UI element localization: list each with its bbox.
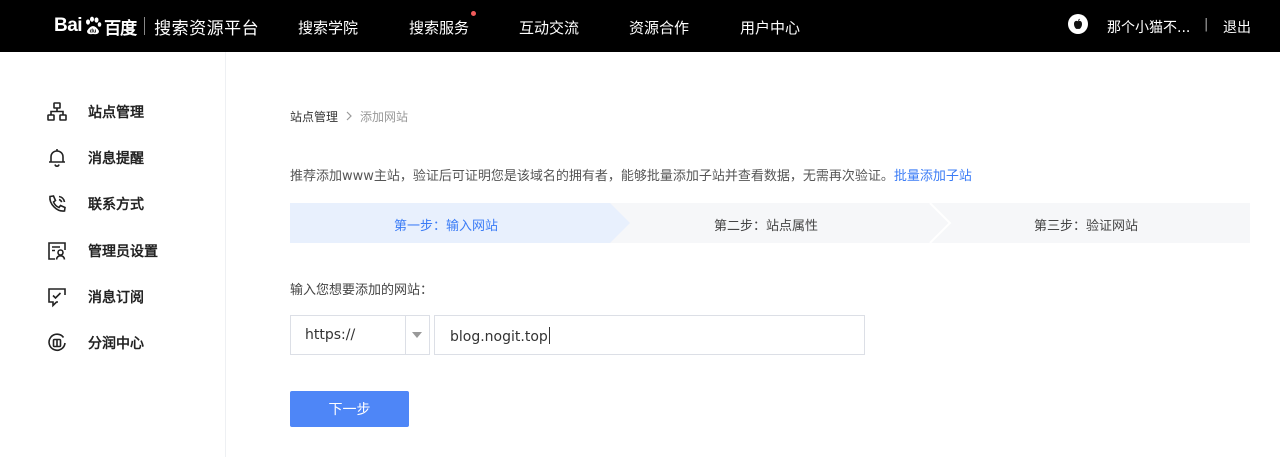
- site-input-label: 输入您想要添加的网站：: [290, 283, 434, 298]
- batch-add-subsites-link[interactable]: 批量添加子站: [894, 169, 972, 184]
- protocol-value: https://: [305, 327, 356, 343]
- paw-icon: du: [86, 16, 102, 35]
- select-divider: [405, 316, 406, 354]
- nav-search-service[interactable]: 搜索服务: [409, 11, 477, 38]
- protocol-select[interactable]: https://: [290, 315, 430, 355]
- chevron-right-icon: [346, 111, 352, 120]
- step-progress: 第一步：输入网站 第二步：站点属性 第三步：验证网站: [290, 203, 1250, 243]
- user-divider: |: [1204, 17, 1209, 32]
- admin-icon: [46, 240, 68, 262]
- sidebar-item-admin-settings[interactable]: 管理员设置: [46, 239, 158, 263]
- message-check-icon: [46, 286, 68, 308]
- phone-icon: [46, 193, 68, 215]
- nav-resource-cooperation[interactable]: 资源合作: [629, 17, 689, 38]
- sidebar-item-contact[interactable]: 联系方式: [46, 192, 144, 216]
- top-bar: Bai du 百度 搜索资源平台 搜索学院 搜索服务 互动交流 资源合作 用户中…: [0, 0, 1280, 52]
- product-title: 搜索资源平台: [154, 18, 260, 39]
- site-url-value: blog.nogit.top: [450, 327, 550, 345]
- bell-icon: [46, 147, 68, 169]
- sidebar-item-message-subscription[interactable]: 消息订阅: [46, 285, 144, 309]
- notification-dot: [471, 11, 477, 16]
- sidebar-item-notifications[interactable]: 消息提醒: [46, 146, 144, 170]
- site-url-input[interactable]: blog.nogit.top: [434, 315, 865, 355]
- text-cursor: [548, 327, 550, 344]
- step-1-label: 第一步：输入网站: [394, 219, 499, 234]
- revenue-icon: [46, 332, 68, 354]
- tip-message: 推荐添加www主站，验证后可证明您是该域名的拥有者，能够批量添加子站并查看数据，…: [290, 169, 894, 184]
- breadcrumb-current: 添加网站: [360, 110, 409, 124]
- nav-search-academy[interactable]: 搜索学院: [298, 17, 358, 38]
- avatar[interactable]: [1068, 14, 1088, 34]
- breadcrumb-separator: [345, 110, 353, 124]
- sidebar-item-label: 消息提醒: [88, 151, 144, 167]
- step-2-label: 第二步：站点属性: [714, 219, 819, 234]
- nav-user-center[interactable]: 用户中心: [740, 17, 800, 38]
- sidebar-item-label: 站点管理: [88, 105, 144, 121]
- breadcrumb: 站点管理 添加网站: [290, 108, 408, 125]
- svg-text:du: du: [90, 29, 97, 35]
- nav-search-service-label: 搜索服务: [409, 19, 470, 37]
- username[interactable]: 那个小猫不...: [1107, 17, 1190, 37]
- step-3-label: 第三步：验证网站: [1034, 219, 1139, 234]
- logo-word: Bai: [54, 15, 83, 36]
- logo-divider: [144, 17, 146, 35]
- nav-community[interactable]: 互动交流: [519, 17, 579, 38]
- caret-down-icon[interactable]: [412, 332, 422, 338]
- breadcrumb-parent[interactable]: 站点管理: [290, 108, 338, 125]
- next-step-button[interactable]: 下一步: [290, 391, 409, 427]
- logo-chinese: 百度: [104, 18, 137, 39]
- baidu-logo[interactable]: Bai du 百度 搜索资源平台: [54, 10, 259, 42]
- apple-icon: [1074, 18, 1082, 29]
- sitemap-icon: [46, 101, 68, 123]
- sidebar-item-label: 管理员设置: [88, 244, 158, 260]
- sidebar-item-site-management[interactable]: 站点管理: [46, 100, 144, 124]
- sidebar-item-label: 联系方式: [88, 197, 144, 213]
- sidebar: 站点管理 消息提醒 联系方式 管理员设置 消息订阅 分润中心: [0, 52, 226, 457]
- sidebar-item-revenue-center[interactable]: 分润中心: [46, 331, 144, 355]
- sidebar-item-label: 分润中心: [88, 336, 144, 352]
- tip-text: 推荐添加www主站，验证后可证明您是该域名的拥有者，能够批量添加子站并查看数据，…: [290, 165, 972, 184]
- logout-link[interactable]: 退出: [1223, 17, 1251, 37]
- sidebar-item-label: 消息订阅: [88, 290, 144, 306]
